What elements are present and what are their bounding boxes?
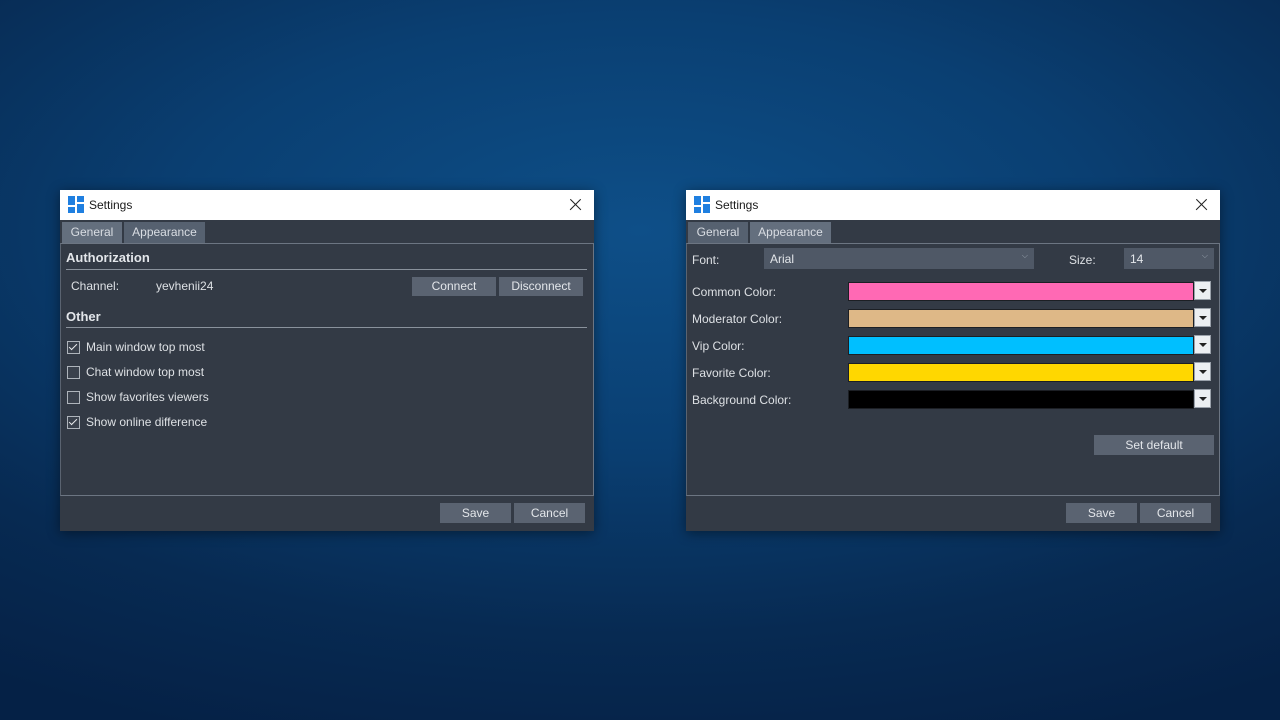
size-label: Size: [1069,253,1096,267]
favorite-color-label: Favorite Color: [692,366,771,380]
favorite-color-picker-button[interactable] [1194,362,1211,381]
favorite-color-swatch[interactable] [848,363,1194,382]
show-favorites-viewers-label[interactable]: Show favorites viewers [86,390,209,404]
channel-value: yevhenii24 [156,279,214,293]
disconnect-button[interactable]: Disconnect [499,277,583,296]
chevron-down-icon: ⌵ [1021,251,1028,260]
window-title: Settings [89,198,133,212]
common-color-label: Common Color: [692,285,777,299]
app-logo-icon [694,196,710,213]
common-color-picker-button[interactable] [1194,281,1211,300]
other-heading: Other [66,309,101,324]
main-window-top-most-label[interactable]: Main window top most [86,340,205,354]
vip-color-label: Vip Color: [692,339,745,353]
main-window-top-most-checkbox[interactable] [67,341,80,354]
settings-window-general: Settings General Appearance Authorizatio… [60,190,594,531]
close-icon[interactable] [1192,195,1212,215]
cancel-button[interactable]: Cancel [1140,503,1211,523]
settings-window-appearance: Settings General Appearance Font: Arial … [686,190,1220,531]
background-color-label: Background Color: [692,393,792,407]
title-bar[interactable]: Settings [686,190,1220,220]
cancel-button[interactable]: Cancel [514,503,585,523]
vip-color-picker-button[interactable] [1194,335,1211,354]
authorization-heading: Authorization [66,250,150,265]
moderator-color-picker-button[interactable] [1194,308,1211,327]
set-default-button[interactable]: Set default [1094,435,1214,455]
moderator-color-swatch[interactable] [848,309,1194,328]
tab-appearance[interactable]: Appearance [124,222,205,243]
save-button[interactable]: Save [440,503,511,523]
authorization-divider [66,269,587,270]
tab-general[interactable]: General [62,222,122,243]
connect-button[interactable]: Connect [412,277,496,296]
background-color-picker-button[interactable] [1194,389,1211,408]
other-divider [66,327,587,328]
show-favorites-viewers-checkbox[interactable] [67,391,80,404]
show-online-difference-checkbox[interactable] [67,416,80,429]
chat-window-top-most-label[interactable]: Chat window top most [86,365,204,379]
font-label: Font: [692,253,720,267]
background-color-swatch[interactable] [848,390,1194,409]
tab-appearance[interactable]: Appearance [750,222,831,243]
vip-color-swatch[interactable] [848,336,1194,355]
moderator-color-label: Moderator Color: [692,312,783,326]
window-title: Settings [715,198,759,212]
chat-window-top-most-checkbox[interactable] [67,366,80,379]
chevron-down-icon: ⌵ [1201,251,1208,260]
common-color-swatch[interactable] [848,282,1194,301]
close-icon[interactable] [566,195,586,215]
size-dropdown[interactable]: 14 ⌵ [1124,248,1214,269]
tab-general[interactable]: General [688,222,748,243]
font-dropdown-value: Arial [770,252,795,266]
font-dropdown[interactable]: Arial ⌵ [764,248,1034,269]
app-logo-icon [68,196,84,213]
show-online-difference-label[interactable]: Show online difference [86,415,207,429]
save-button[interactable]: Save [1066,503,1137,523]
size-dropdown-value: 14 [1130,252,1144,266]
channel-label: Channel: [71,279,120,293]
title-bar[interactable]: Settings [60,190,594,220]
